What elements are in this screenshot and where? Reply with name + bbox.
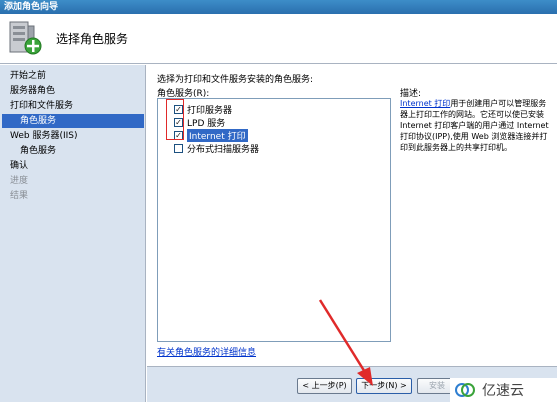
role-label-selected: Internet 打印 xyxy=(187,128,248,142)
description-link[interactable]: Internet 打印 xyxy=(400,99,450,108)
wizard-header: 选择角色服务 xyxy=(0,14,557,64)
role-label: 分布式扫描服务器 xyxy=(187,144,260,155)
step-before-you-begin[interactable]: 开始之前 xyxy=(10,69,46,83)
role-internet-printing[interactable]: ✓ Internet 打印 xyxy=(174,128,248,142)
step-progress: 进度 xyxy=(10,176,29,186)
step-results: 结果 xyxy=(10,191,29,201)
cloud-logo-icon xyxy=(455,383,475,397)
instruction-text: 选择为打印和文件服务安装的角色服务: xyxy=(157,75,314,85)
step-role-services-active[interactable]: 角色服务 xyxy=(2,114,144,128)
role-distributed-scan-server[interactable]: 分布式扫描服务器 xyxy=(174,142,260,155)
page-title: 选择角色服务 xyxy=(56,32,129,46)
watermark: 亿速云 xyxy=(450,378,557,402)
checkbox-unchecked[interactable] xyxy=(174,143,183,153)
step-print-file-services[interactable]: 打印和文件服务 xyxy=(10,99,73,113)
wizard-steps-sidebar: 开始之前 服务器角色 打印和文件服务 角色服务 Web 服务器(IIS) 角色服… xyxy=(0,65,146,402)
next-button[interactable]: 下一步(N) > xyxy=(356,378,412,394)
watermark-text: 亿速云 xyxy=(482,383,524,399)
role-label: LPD 服务 xyxy=(187,118,226,129)
back-button[interactable]: < 上一步(P) xyxy=(297,378,352,394)
step-server-roles[interactable]: 服务器角色 xyxy=(10,84,55,98)
step-confirmation[interactable]: 确认 xyxy=(10,159,28,173)
step-web-role-services[interactable]: 角色服务 xyxy=(20,144,56,158)
description-text: Internet 打印用于创建用户可以管理服务器上打印工作的网站。它还可以使已安… xyxy=(400,98,550,153)
role-label: 打印服务器 xyxy=(187,105,233,116)
step-web-server-iis[interactable]: Web 服务器(IIS) xyxy=(10,129,78,143)
window-title: 添加角色向导 xyxy=(0,0,557,14)
role-services-list[interactable]: ✓ 打印服务器 ✓ LPD 服务 ✓ Internet 打印 分布式扫描服务器 xyxy=(157,98,391,342)
more-info-link[interactable]: 有关角色服务的详细信息 xyxy=(157,345,256,358)
main-content: 选择为打印和文件服务安装的角色服务: 角色服务(R): ✓ 打印服务器 ✓ LP… xyxy=(147,65,557,402)
annotation-highlight-box xyxy=(166,99,184,140)
server-add-icon xyxy=(9,21,42,55)
